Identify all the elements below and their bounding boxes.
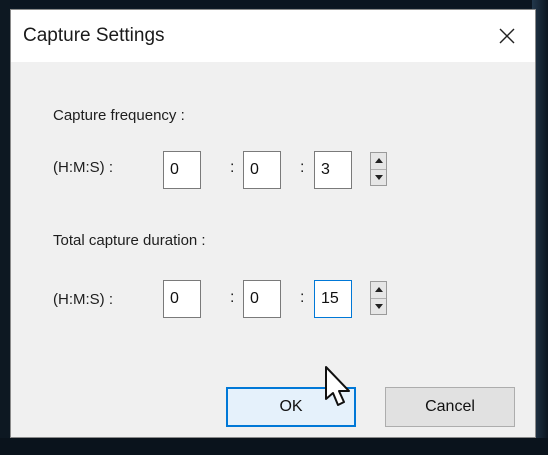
arrow-up-icon xyxy=(374,158,383,164)
duration-minutes-input[interactable] xyxy=(243,280,281,318)
capture-settings-dialog: Capture Settings Capture frequency : (H:… xyxy=(10,9,536,438)
frequency-separator-2: : xyxy=(300,159,305,176)
arrow-down-icon xyxy=(374,303,383,309)
duration-separator-2: : xyxy=(300,289,305,306)
close-button[interactable] xyxy=(479,10,535,62)
desktop-background-top xyxy=(0,0,548,8)
title-bar: Capture Settings xyxy=(11,10,535,62)
total-capture-duration-label: Total capture duration : xyxy=(53,232,206,249)
frequency-spin-up[interactable] xyxy=(371,153,386,170)
duration-seconds-input[interactable] xyxy=(314,280,352,318)
duration-spinner[interactable] xyxy=(370,281,387,315)
duration-spin-up[interactable] xyxy=(371,282,386,299)
arrow-down-icon xyxy=(374,174,383,180)
frequency-minutes-input[interactable] xyxy=(243,151,281,189)
duration-hours-input[interactable] xyxy=(163,280,201,318)
desktop-background-left xyxy=(0,0,10,455)
duration-spin-down[interactable] xyxy=(371,299,386,315)
frequency-hours-input[interactable] xyxy=(163,151,201,189)
cancel-button[interactable]: Cancel xyxy=(385,387,515,427)
duration-format-label: (H:M:S) : xyxy=(53,291,113,308)
dialog-title: Capture Settings xyxy=(23,25,165,46)
arrow-up-icon xyxy=(374,287,383,293)
frequency-format-label: (H:M:S) : xyxy=(53,159,113,176)
frequency-seconds-input[interactable] xyxy=(314,151,352,189)
desktop-background-bottom xyxy=(0,438,548,455)
mouse-pointer-icon xyxy=(325,366,350,406)
frequency-spin-down[interactable] xyxy=(371,170,386,186)
close-icon xyxy=(499,28,515,44)
frequency-separator-1: : xyxy=(230,159,235,176)
frequency-spinner[interactable] xyxy=(370,152,387,186)
capture-frequency-label: Capture frequency : xyxy=(53,107,185,124)
duration-separator-1: : xyxy=(230,289,235,306)
